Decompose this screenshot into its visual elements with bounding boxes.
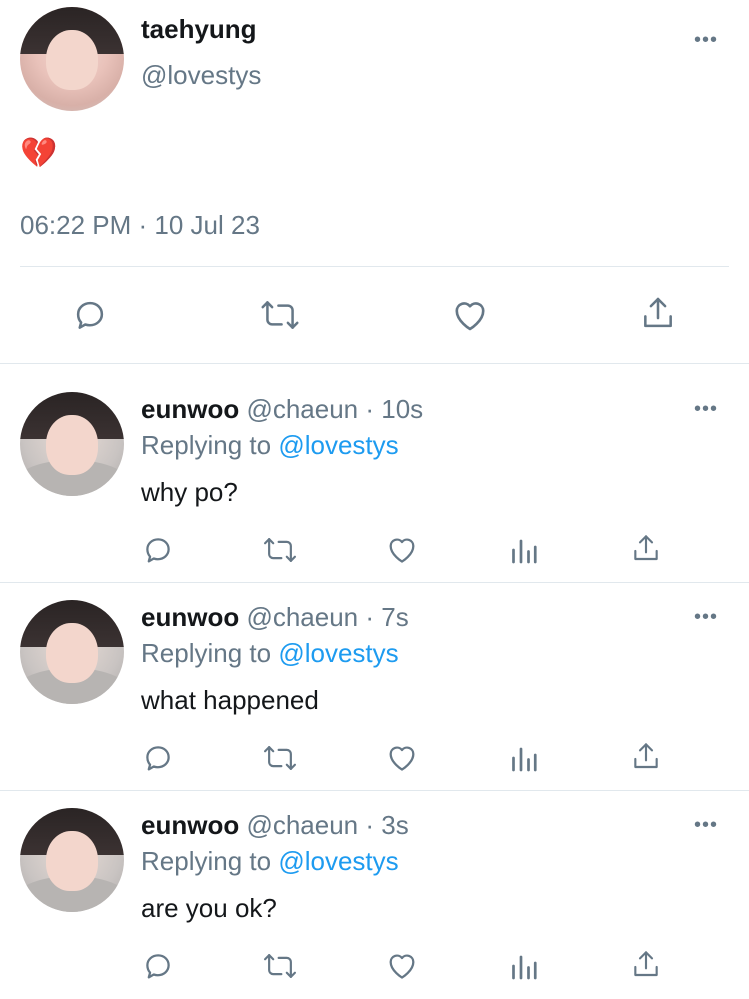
- reply-display-name[interactable]: eunwoo: [141, 394, 239, 424]
- reply-avatar[interactable]: [20, 808, 124, 912]
- reply-display-name[interactable]: eunwoo: [141, 602, 239, 632]
- reply-divider: [0, 790, 749, 791]
- reply-divider: [0, 582, 749, 583]
- replying-to: Replying to @lovestys: [141, 846, 399, 877]
- tweet-content: 💔: [20, 137, 58, 170]
- more-icon[interactable]: •••: [694, 398, 718, 421]
- retweet-icon[interactable]: [261, 743, 299, 773]
- replying-to-link[interactable]: @lovestys: [278, 846, 398, 876]
- author-handle[interactable]: @lovestys: [141, 60, 261, 91]
- reply-header: eunwoo @chaeun · 3s: [141, 810, 409, 841]
- reply-display-name[interactable]: eunwoo: [141, 810, 239, 840]
- reply-text: what happened: [141, 685, 319, 715]
- reply-avatar[interactable]: [20, 600, 124, 704]
- replying-to-link[interactable]: @lovestys: [278, 430, 398, 460]
- reply-header: eunwoo @chaeun · 10s: [141, 394, 423, 425]
- reply-handle-time[interactable]: @chaeun · 7s: [246, 602, 408, 632]
- avatar-face: [46, 414, 98, 476]
- section-divider: [0, 363, 749, 364]
- reply-text: are you ok?: [141, 893, 277, 923]
- author-avatar[interactable]: [20, 7, 124, 111]
- retweet-icon[interactable]: [261, 951, 299, 981]
- stats-divider: [20, 266, 729, 267]
- reply-avatar[interactable]: [20, 392, 124, 496]
- reply-icon[interactable]: [141, 949, 175, 983]
- share-icon[interactable]: [630, 948, 662, 982]
- heart-icon[interactable]: [385, 533, 419, 566]
- reply-handle-time[interactable]: @chaeun · 3s: [246, 810, 408, 840]
- avatar-face: [46, 29, 98, 91]
- reply-header: eunwoo @chaeun · 7s: [141, 602, 409, 633]
- replying-to: Replying to @lovestys: [141, 430, 399, 461]
- replying-prefix: Replying to: [141, 430, 272, 460]
- retweet-icon[interactable]: [258, 297, 302, 333]
- author-display-name[interactable]: taehyung: [141, 14, 257, 45]
- more-icon[interactable]: •••: [694, 29, 718, 52]
- reply-icon[interactable]: [141, 533, 175, 567]
- tweet-timestamp: 06:22 PM · 10 Jul 23: [20, 210, 260, 240]
- reply-icon[interactable]: [141, 741, 175, 775]
- analytics-icon[interactable]: [509, 743, 539, 773]
- retweet-icon[interactable]: [261, 535, 299, 565]
- reply-handle-time[interactable]: @chaeun · 10s: [246, 394, 423, 424]
- reply-icon[interactable]: [71, 296, 109, 334]
- replying-to-link[interactable]: @lovestys: [278, 638, 398, 668]
- more-icon[interactable]: •••: [694, 814, 718, 837]
- analytics-icon[interactable]: [509, 951, 539, 981]
- share-icon[interactable]: [630, 532, 662, 566]
- share-icon[interactable]: [630, 740, 662, 774]
- replying-to: Replying to @lovestys: [141, 638, 399, 669]
- analytics-icon[interactable]: [509, 535, 539, 565]
- reply-text: why po?: [141, 477, 238, 507]
- avatar-face: [46, 830, 98, 892]
- replying-prefix: Replying to: [141, 846, 272, 876]
- avatar-face: [46, 622, 98, 684]
- heart-icon[interactable]: [385, 741, 419, 774]
- heart-icon[interactable]: [385, 949, 419, 982]
- replying-prefix: Replying to: [141, 638, 272, 668]
- heart-icon[interactable]: [450, 296, 490, 334]
- share-icon[interactable]: [639, 294, 677, 334]
- more-icon[interactable]: •••: [694, 606, 718, 629]
